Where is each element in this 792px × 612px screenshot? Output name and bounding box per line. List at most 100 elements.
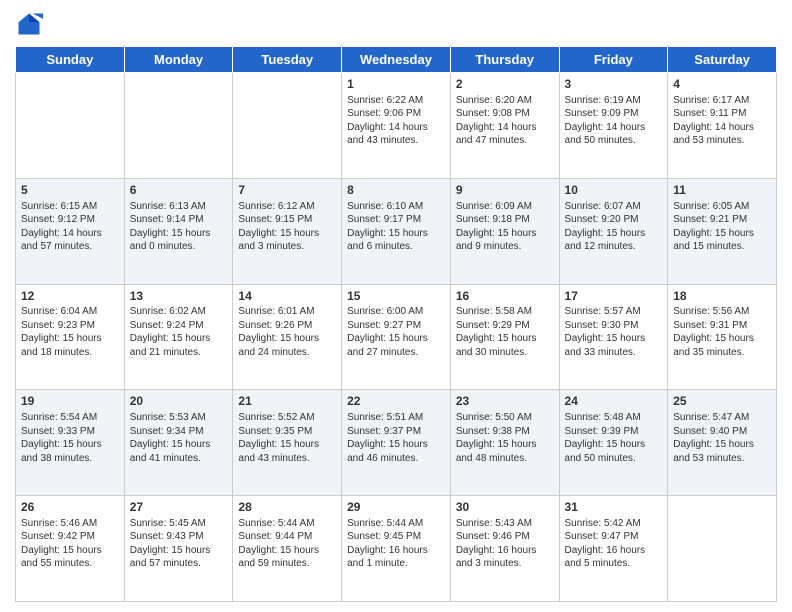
day-number: 12 xyxy=(21,288,119,305)
day-info: Sunrise: 5:57 AM Sunset: 9:30 PM Dayligh… xyxy=(565,305,663,359)
calendar-cell: 4Sunrise: 6:17 AM Sunset: 9:11 PM Daylig… xyxy=(668,73,777,179)
day-number: 20 xyxy=(130,393,228,410)
calendar-cell: 11Sunrise: 6:05 AM Sunset: 9:21 PM Dayli… xyxy=(668,178,777,284)
day-number: 3 xyxy=(565,76,663,93)
day-info: Sunrise: 5:48 AM Sunset: 9:39 PM Dayligh… xyxy=(565,411,663,465)
day-header-saturday: Saturday xyxy=(668,47,777,73)
week-row-4: 26Sunrise: 5:46 AM Sunset: 9:42 PM Dayli… xyxy=(16,496,777,602)
day-header-wednesday: Wednesday xyxy=(342,47,451,73)
calendar-cell: 16Sunrise: 5:58 AM Sunset: 9:29 PM Dayli… xyxy=(450,284,559,390)
week-row-2: 12Sunrise: 6:04 AM Sunset: 9:23 PM Dayli… xyxy=(16,284,777,390)
calendar-cell: 3Sunrise: 6:19 AM Sunset: 9:09 PM Daylig… xyxy=(559,73,668,179)
day-number: 17 xyxy=(565,288,663,305)
calendar-cell: 29Sunrise: 5:44 AM Sunset: 9:45 PM Dayli… xyxy=(342,496,451,602)
day-info: Sunrise: 6:20 AM Sunset: 9:08 PM Dayligh… xyxy=(456,94,554,148)
calendar-cell: 9Sunrise: 6:09 AM Sunset: 9:18 PM Daylig… xyxy=(450,178,559,284)
day-info: Sunrise: 5:47 AM Sunset: 9:40 PM Dayligh… xyxy=(673,411,771,465)
calendar-cell xyxy=(124,73,233,179)
calendar-cell: 17Sunrise: 5:57 AM Sunset: 9:30 PM Dayli… xyxy=(559,284,668,390)
calendar-cell: 21Sunrise: 5:52 AM Sunset: 9:35 PM Dayli… xyxy=(233,390,342,496)
calendar-cell: 24Sunrise: 5:48 AM Sunset: 9:39 PM Dayli… xyxy=(559,390,668,496)
week-row-1: 5Sunrise: 6:15 AM Sunset: 9:12 PM Daylig… xyxy=(16,178,777,284)
day-number: 29 xyxy=(347,499,445,516)
day-info: Sunrise: 5:42 AM Sunset: 9:47 PM Dayligh… xyxy=(565,517,663,571)
day-info: Sunrise: 5:54 AM Sunset: 9:33 PM Dayligh… xyxy=(21,411,119,465)
calendar-cell xyxy=(16,73,125,179)
calendar-cell: 31Sunrise: 5:42 AM Sunset: 9:47 PM Dayli… xyxy=(559,496,668,602)
day-info: Sunrise: 5:43 AM Sunset: 9:46 PM Dayligh… xyxy=(456,517,554,571)
day-number: 15 xyxy=(347,288,445,305)
day-info: Sunrise: 5:52 AM Sunset: 9:35 PM Dayligh… xyxy=(238,411,336,465)
calendar-cell: 19Sunrise: 5:54 AM Sunset: 9:33 PM Dayli… xyxy=(16,390,125,496)
calendar-header-row: SundayMondayTuesdayWednesdayThursdayFrid… xyxy=(16,47,777,73)
calendar-cell: 6Sunrise: 6:13 AM Sunset: 9:14 PM Daylig… xyxy=(124,178,233,284)
day-info: Sunrise: 5:56 AM Sunset: 9:31 PM Dayligh… xyxy=(673,305,771,359)
day-info: Sunrise: 6:07 AM Sunset: 9:20 PM Dayligh… xyxy=(565,200,663,254)
day-number: 13 xyxy=(130,288,228,305)
day-number: 22 xyxy=(347,393,445,410)
day-number: 25 xyxy=(673,393,771,410)
day-info: Sunrise: 6:17 AM Sunset: 9:11 PM Dayligh… xyxy=(673,94,771,148)
calendar-cell: 2Sunrise: 6:20 AM Sunset: 9:08 PM Daylig… xyxy=(450,73,559,179)
day-header-monday: Monday xyxy=(124,47,233,73)
day-info: Sunrise: 5:44 AM Sunset: 9:45 PM Dayligh… xyxy=(347,517,445,571)
day-number: 18 xyxy=(673,288,771,305)
day-info: Sunrise: 6:22 AM Sunset: 9:06 PM Dayligh… xyxy=(347,94,445,148)
day-number: 11 xyxy=(673,182,771,199)
day-number: 31 xyxy=(565,499,663,516)
day-number: 21 xyxy=(238,393,336,410)
calendar-cell xyxy=(233,73,342,179)
day-header-sunday: Sunday xyxy=(16,47,125,73)
day-number: 23 xyxy=(456,393,554,410)
week-row-3: 19Sunrise: 5:54 AM Sunset: 9:33 PM Dayli… xyxy=(16,390,777,496)
day-header-tuesday: Tuesday xyxy=(233,47,342,73)
day-number: 16 xyxy=(456,288,554,305)
day-info: Sunrise: 6:05 AM Sunset: 9:21 PM Dayligh… xyxy=(673,200,771,254)
day-number: 30 xyxy=(456,499,554,516)
day-info: Sunrise: 6:10 AM Sunset: 9:17 PM Dayligh… xyxy=(347,200,445,254)
day-number: 27 xyxy=(130,499,228,516)
calendar-cell: 22Sunrise: 5:51 AM Sunset: 9:37 PM Dayli… xyxy=(342,390,451,496)
page: SundayMondayTuesdayWednesdayThursdayFrid… xyxy=(0,0,792,612)
header xyxy=(15,10,777,38)
calendar-cell: 20Sunrise: 5:53 AM Sunset: 9:34 PM Dayli… xyxy=(124,390,233,496)
day-info: Sunrise: 6:19 AM Sunset: 9:09 PM Dayligh… xyxy=(565,94,663,148)
calendar-cell: 28Sunrise: 5:44 AM Sunset: 9:44 PM Dayli… xyxy=(233,496,342,602)
calendar-cell: 27Sunrise: 5:45 AM Sunset: 9:43 PM Dayli… xyxy=(124,496,233,602)
day-number: 19 xyxy=(21,393,119,410)
day-info: Sunrise: 6:00 AM Sunset: 9:27 PM Dayligh… xyxy=(347,305,445,359)
day-number: 28 xyxy=(238,499,336,516)
day-info: Sunrise: 6:02 AM Sunset: 9:24 PM Dayligh… xyxy=(130,305,228,359)
day-info: Sunrise: 5:44 AM Sunset: 9:44 PM Dayligh… xyxy=(238,517,336,571)
day-number: 24 xyxy=(565,393,663,410)
day-info: Sunrise: 6:15 AM Sunset: 9:12 PM Dayligh… xyxy=(21,200,119,254)
day-info: Sunrise: 5:45 AM Sunset: 9:43 PM Dayligh… xyxy=(130,517,228,571)
calendar-cell: 13Sunrise: 6:02 AM Sunset: 9:24 PM Dayli… xyxy=(124,284,233,390)
calendar: SundayMondayTuesdayWednesdayThursdayFrid… xyxy=(15,46,777,602)
day-info: Sunrise: 6:12 AM Sunset: 9:15 PM Dayligh… xyxy=(238,200,336,254)
day-info: Sunrise: 6:01 AM Sunset: 9:26 PM Dayligh… xyxy=(238,305,336,359)
day-number: 7 xyxy=(238,182,336,199)
logo-icon xyxy=(15,10,43,38)
calendar-cell: 30Sunrise: 5:43 AM Sunset: 9:46 PM Dayli… xyxy=(450,496,559,602)
day-info: Sunrise: 6:04 AM Sunset: 9:23 PM Dayligh… xyxy=(21,305,119,359)
day-number: 26 xyxy=(21,499,119,516)
day-header-thursday: Thursday xyxy=(450,47,559,73)
day-number: 2 xyxy=(456,76,554,93)
day-info: Sunrise: 5:51 AM Sunset: 9:37 PM Dayligh… xyxy=(347,411,445,465)
calendar-cell: 8Sunrise: 6:10 AM Sunset: 9:17 PM Daylig… xyxy=(342,178,451,284)
calendar-cell: 12Sunrise: 6:04 AM Sunset: 9:23 PM Dayli… xyxy=(16,284,125,390)
day-number: 8 xyxy=(347,182,445,199)
calendar-cell: 18Sunrise: 5:56 AM Sunset: 9:31 PM Dayli… xyxy=(668,284,777,390)
day-number: 9 xyxy=(456,182,554,199)
day-header-friday: Friday xyxy=(559,47,668,73)
day-info: Sunrise: 5:50 AM Sunset: 9:38 PM Dayligh… xyxy=(456,411,554,465)
day-number: 14 xyxy=(238,288,336,305)
day-number: 4 xyxy=(673,76,771,93)
week-row-0: 1Sunrise: 6:22 AM Sunset: 9:06 PM Daylig… xyxy=(16,73,777,179)
day-info: Sunrise: 6:09 AM Sunset: 9:18 PM Dayligh… xyxy=(456,200,554,254)
calendar-cell: 23Sunrise: 5:50 AM Sunset: 9:38 PM Dayli… xyxy=(450,390,559,496)
calendar-cell xyxy=(668,496,777,602)
day-info: Sunrise: 5:53 AM Sunset: 9:34 PM Dayligh… xyxy=(130,411,228,465)
day-number: 6 xyxy=(130,182,228,199)
